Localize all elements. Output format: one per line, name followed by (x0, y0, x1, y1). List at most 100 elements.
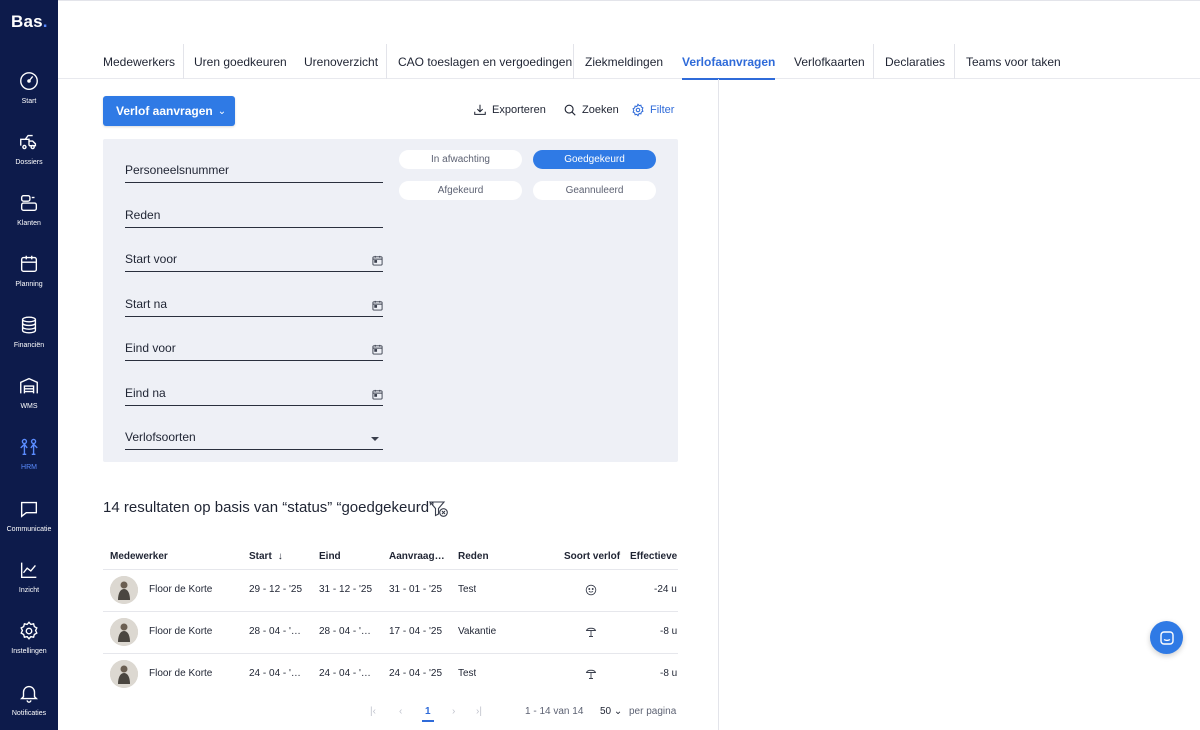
reden-field[interactable]: Reden (125, 198, 383, 228)
sidebar-item-label: Financiën (13, 342, 45, 349)
sidebar: Bas. Start Dossiers Klanten Planning Fin… (0, 0, 58, 730)
per-page-value: 50 (600, 706, 612, 717)
person-photo (110, 618, 138, 646)
tab-ziekmeldingen[interactable]: Ziekmeldingen (585, 44, 663, 79)
sidebar-item-label: Start (21, 98, 37, 105)
col-reden[interactable]: Reden (458, 551, 489, 562)
truck-icon (20, 134, 37, 150)
col-start[interactable]: Start ↓ (249, 551, 283, 562)
next-page-icon[interactable]: › (452, 706, 455, 717)
tab-uren-goedkeuren[interactable]: Uren goedkeuren (194, 44, 287, 79)
sidebar-item-planning[interactable]: Planning (0, 249, 58, 301)
sidebar-item-label: Communicatie (6, 526, 52, 533)
gear-icon (20, 621, 38, 640)
chevron-down-icon: ⌄ (217, 105, 227, 117)
verlofsoorten-select[interactable]: Verlofsoorten (125, 420, 383, 450)
sidebar-item-label: Inzicht (18, 587, 40, 594)
sidebar-item-wms[interactable]: WMS (0, 371, 58, 423)
status-pill-geannuleerd[interactable]: Geannuleerd (533, 181, 656, 200)
sidebar-item-label: HRM (21, 464, 37, 471)
cell-reason: Vakantie (458, 626, 497, 637)
umbrella-icon (585, 627, 597, 637)
table-row[interactable]: Floor de Korte 28 - 04 - '… 28 - 04 - '…… (103, 611, 678, 653)
sidebar-item-financien[interactable]: Financiën (0, 310, 58, 362)
sidebar-item-label: Dossiers (15, 159, 43, 166)
sidebar-item-start[interactable]: Start (0, 66, 58, 118)
tab-divider (573, 44, 574, 79)
export-button[interactable]: Exporteren (473, 103, 546, 117)
tab-verlofaanvragen[interactable]: Verlofaanvragen (682, 44, 776, 80)
field-label: Personeelsnummer (125, 163, 230, 177)
eind-na-field[interactable]: Eind na (125, 376, 383, 406)
col-effectieve[interactable]: Effectieve (630, 551, 678, 562)
sidebar-item-notificaties[interactable]: Notificaties (0, 678, 58, 730)
personeelsnummer-field[interactable]: Personeelsnummer (125, 153, 383, 183)
page-number[interactable]: 1 (425, 706, 431, 717)
sidebar-item-inzicht[interactable]: Inzicht (0, 555, 58, 607)
sidebar-item-klanten[interactable]: Klanten (0, 188, 58, 240)
panel-divider (718, 79, 719, 730)
col-medewerker[interactable]: Medewerker (110, 551, 168, 562)
table-row[interactable]: Floor de Korte 29 - 12 - '25 31 - 12 - '… (103, 569, 678, 611)
tab-teams-voor-taken[interactable]: Teams voor taken (966, 44, 1061, 79)
last-page-icon[interactable]: ›| (476, 706, 482, 717)
status-pill-goedgekeurd[interactable]: Goedgekeurd (533, 150, 656, 169)
table-row[interactable]: Floor de Korte 24 - 04 - '… 24 - 04 - '…… (103, 653, 678, 695)
clear-filter-icon[interactable] (429, 500, 449, 518)
first-page-icon[interactable]: |‹ (370, 706, 376, 717)
eind-voor-field[interactable]: Eind voor (125, 331, 383, 361)
per-page-label: per pagina (629, 706, 677, 717)
results-title: 14 resultaten op basis van “status” “goe… (103, 499, 435, 516)
per-page-select[interactable]: 50 ⌄ (600, 706, 622, 717)
verlof-aanvragen-label: Verlof aanvragen (116, 104, 213, 118)
field-label: Eind na (125, 386, 166, 400)
prev-page-icon[interactable]: ‹ (399, 706, 402, 717)
sidebar-item-hrm[interactable]: HRM (0, 432, 58, 484)
verlof-aanvragen-button[interactable]: Verlof aanvragen ⌄ (103, 96, 235, 126)
status-pill-in-afwachting[interactable]: In afwachting (399, 150, 522, 169)
col-start-label: Start (249, 551, 272, 562)
col-soort-verlof[interactable]: Soort verlof (564, 551, 620, 562)
person-photo (110, 660, 138, 688)
umbrella-icon (585, 669, 597, 679)
download-icon (474, 104, 486, 115)
cell-effective: -8 u (660, 668, 678, 679)
sidebar-item-dossiers[interactable]: Dossiers (0, 127, 58, 179)
calendar-icon[interactable] (372, 255, 383, 266)
export-label: Exporteren (492, 104, 546, 116)
sidebar-item-label: WMS (20, 403, 38, 410)
sidebar-item-communicatie[interactable]: Communicatie (0, 494, 58, 546)
cell-name: Floor de Korte (149, 668, 213, 679)
sidebar-item-instellingen[interactable]: Instellingen (0, 616, 58, 668)
avatar (110, 576, 138, 604)
warehouse-icon (20, 377, 38, 394)
field-label: Reden (125, 208, 161, 222)
calendar-icon[interactable] (372, 300, 383, 311)
cell-reason: Test (458, 668, 477, 679)
start-na-field[interactable]: Start na (125, 287, 383, 317)
cell-effective: -24 u (654, 584, 677, 595)
users-icon (20, 194, 38, 212)
support-chat-button[interactable] (1150, 621, 1183, 654)
search-icon (564, 104, 576, 116)
logo[interactable]: Bas. (11, 12, 48, 32)
field-label: Start voor (125, 252, 178, 266)
calendar-icon[interactable] (372, 344, 383, 355)
start-voor-field[interactable]: Start voor (125, 242, 383, 272)
filter-label: Filter (650, 104, 675, 116)
cell-start: 29 - 12 - '25 (249, 584, 303, 595)
filter-button[interactable]: Filter (631, 103, 674, 117)
tab-medewerkers[interactable]: Medewerkers (103, 44, 175, 79)
col-aanvraag[interactable]: Aanvraag… (389, 551, 445, 562)
calendar-icon[interactable] (372, 389, 383, 400)
tab-declaraties[interactable]: Declaraties (885, 44, 945, 79)
tab-cao-toeslagen[interactable]: CAO toeslagen en vergoedingen (398, 44, 572, 79)
tab-verlofkaarten[interactable]: Verlofkaarten (794, 44, 865, 79)
tab-urenoverzicht[interactable]: Urenoverzicht (304, 44, 378, 79)
col-eind[interactable]: Eind (319, 551, 341, 562)
chat-bubble-icon (1159, 630, 1174, 645)
bell-icon (20, 685, 38, 703)
status-pill-afgekeurd[interactable]: Afgekeurd (399, 181, 522, 200)
tab-bar: Medewerkers Uren goedkeuren Urenoverzich… (58, 44, 1200, 80)
search-button[interactable]: Zoeken (563, 103, 619, 117)
